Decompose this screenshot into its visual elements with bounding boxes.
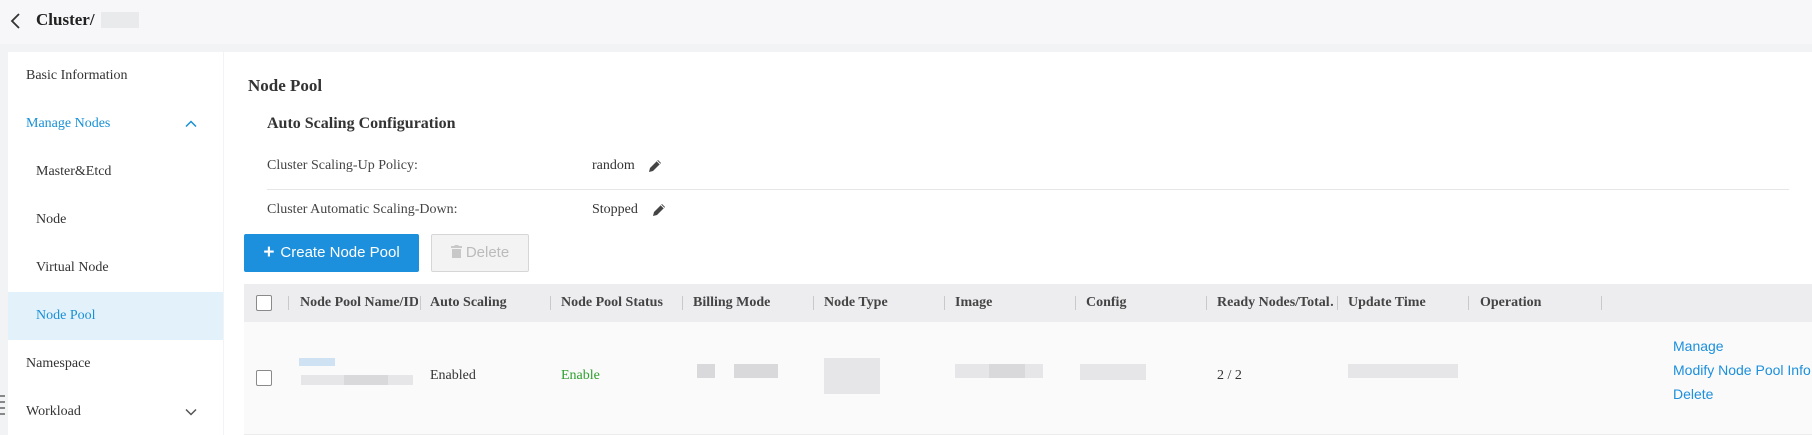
sidebar-item-basic-information[interactable]: Basic Information — [8, 52, 223, 100]
sidebar-item-label: Virtual Node — [36, 260, 109, 275]
manage-link[interactable]: Manage — [1673, 338, 1724, 354]
column-header-operation: Operation — [1480, 295, 1542, 310]
table-row: Enabled Enable 2 / 2 Manage Modify Node … — [244, 322, 1812, 435]
node-pool-name-redacted[interactable] — [299, 358, 335, 366]
auto-scaling-cell: Enabled — [430, 368, 476, 383]
image-redacted-segment — [989, 364, 1025, 378]
scale-down-row: Cluster Automatic Scaling-Down: Stopped — [267, 190, 1789, 234]
sidebar-item-namespace[interactable]: Namespace — [8, 340, 223, 388]
row-checkbox[interactable] — [256, 370, 272, 386]
column-separator — [1601, 296, 1602, 310]
scale-up-policy-label: Cluster Scaling-Up Policy: — [267, 158, 418, 173]
chevron-up-icon — [185, 120, 197, 128]
sidebar-item-node[interactable]: Node — [8, 196, 223, 244]
pencil-icon[interactable] — [651, 202, 667, 218]
table-header: Node Pool Name/ID Auto Scaling Node Pool… — [244, 284, 1812, 322]
node-pool-table: Node Pool Name/ID Auto Scaling Node Pool… — [244, 284, 1812, 435]
scale-up-policy-row: Cluster Scaling-Up Policy: random — [267, 146, 1789, 190]
column-header-auto-scaling[interactable]: Auto Scaling — [430, 284, 548, 322]
config-redacted — [1080, 364, 1146, 380]
column-separator — [1337, 296, 1338, 310]
column-header-billing-mode[interactable]: Billing Mode — [693, 284, 811, 322]
column-separator — [550, 296, 551, 310]
column-header-update-time[interactable]: Update Time — [1348, 284, 1466, 322]
modify-node-pool-info-link[interactable]: Modify Node Pool Info — [1673, 362, 1811, 378]
pencil-icon[interactable] — [647, 158, 663, 174]
sidebar-item-virtual-node[interactable]: Virtual Node — [8, 244, 223, 292]
sidebar-item-label: Master&Etcd — [36, 164, 112, 179]
chevron-left-icon[interactable] — [9, 11, 23, 31]
column-separator — [1468, 296, 1469, 310]
column-header-node-pool-status[interactable]: Node Pool Status — [561, 284, 679, 322]
column-header-node-type[interactable]: Node Type — [824, 284, 942, 322]
delete-node-pool-link[interactable]: Delete — [1673, 386, 1713, 402]
column-separator — [1075, 296, 1076, 310]
node-type-redacted — [824, 358, 880, 394]
column-header-node-pool-name[interactable]: Node Pool Name/ID — [300, 284, 418, 322]
autoscaling-section-title: Auto Scaling Configuration — [267, 115, 456, 132]
breadcrumb[interactable]: Cluster/ — [36, 10, 95, 30]
cluster-name-redacted — [101, 12, 139, 28]
column-header-image[interactable]: Image — [955, 284, 1073, 322]
sidebar-item-label: Basic Information — [26, 68, 128, 83]
create-node-pool-button[interactable]: + Create Node Pool — [244, 234, 419, 272]
delete-button[interactable]: Delete — [431, 234, 529, 272]
billing-mode-redacted-segment — [734, 364, 778, 378]
ready-nodes-cell: 2 / 2 — [1217, 368, 1242, 383]
select-all-checkbox[interactable] — [256, 295, 272, 311]
create-node-pool-label: Create Node Pool — [280, 244, 400, 261]
sidebar-item-master-etcd[interactable]: Master&Etcd — [8, 148, 223, 196]
delete-button-label: Delete — [465, 244, 510, 261]
sidebar: Basic Information Manage Nodes Master&Et… — [8, 52, 223, 435]
column-header-config[interactable]: Config — [1086, 284, 1204, 322]
column-separator — [682, 296, 683, 310]
sidebar-item-workload[interactable]: Workload — [8, 388, 223, 435]
column-header-ready-nodes[interactable]: Ready Nodes/Total… — [1217, 284, 1335, 322]
node-pool-status-cell: Enable — [561, 368, 600, 383]
top-header: Cluster/ — [0, 0, 1812, 44]
node-pool-id-redacted-segment — [344, 375, 388, 385]
drag-handle-icon[interactable] — [0, 392, 6, 418]
column-separator — [944, 296, 945, 310]
column-separator — [288, 296, 289, 310]
update-time-redacted — [1348, 364, 1458, 378]
sidebar-item-label: Node Pool — [36, 308, 96, 323]
scale-up-policy-value: random — [592, 158, 635, 173]
page-title: Node Pool — [248, 76, 323, 95]
sidebar-item-node-pool[interactable]: Node Pool — [8, 292, 223, 340]
column-separator — [420, 296, 421, 310]
sidebar-item-label: Node — [36, 212, 67, 227]
plus-icon: + — [263, 242, 275, 263]
column-separator — [1206, 296, 1207, 310]
sidebar-item-label: Manage Nodes — [26, 116, 111, 131]
scale-down-label: Cluster Automatic Scaling-Down: — [267, 202, 458, 217]
trash-icon — [450, 245, 462, 258]
column-separator — [813, 296, 814, 310]
sidebar-item-label: Workload — [26, 404, 81, 419]
billing-mode-redacted — [697, 364, 715, 378]
sidebar-item-label: Namespace — [26, 356, 91, 371]
chevron-down-icon — [185, 408, 197, 416]
scale-down-value: Stopped — [592, 202, 638, 217]
main-panel: Node Pool Auto Scaling Configuration Clu… — [224, 52, 1812, 435]
sidebar-item-manage-nodes[interactable]: Manage Nodes — [8, 100, 223, 148]
